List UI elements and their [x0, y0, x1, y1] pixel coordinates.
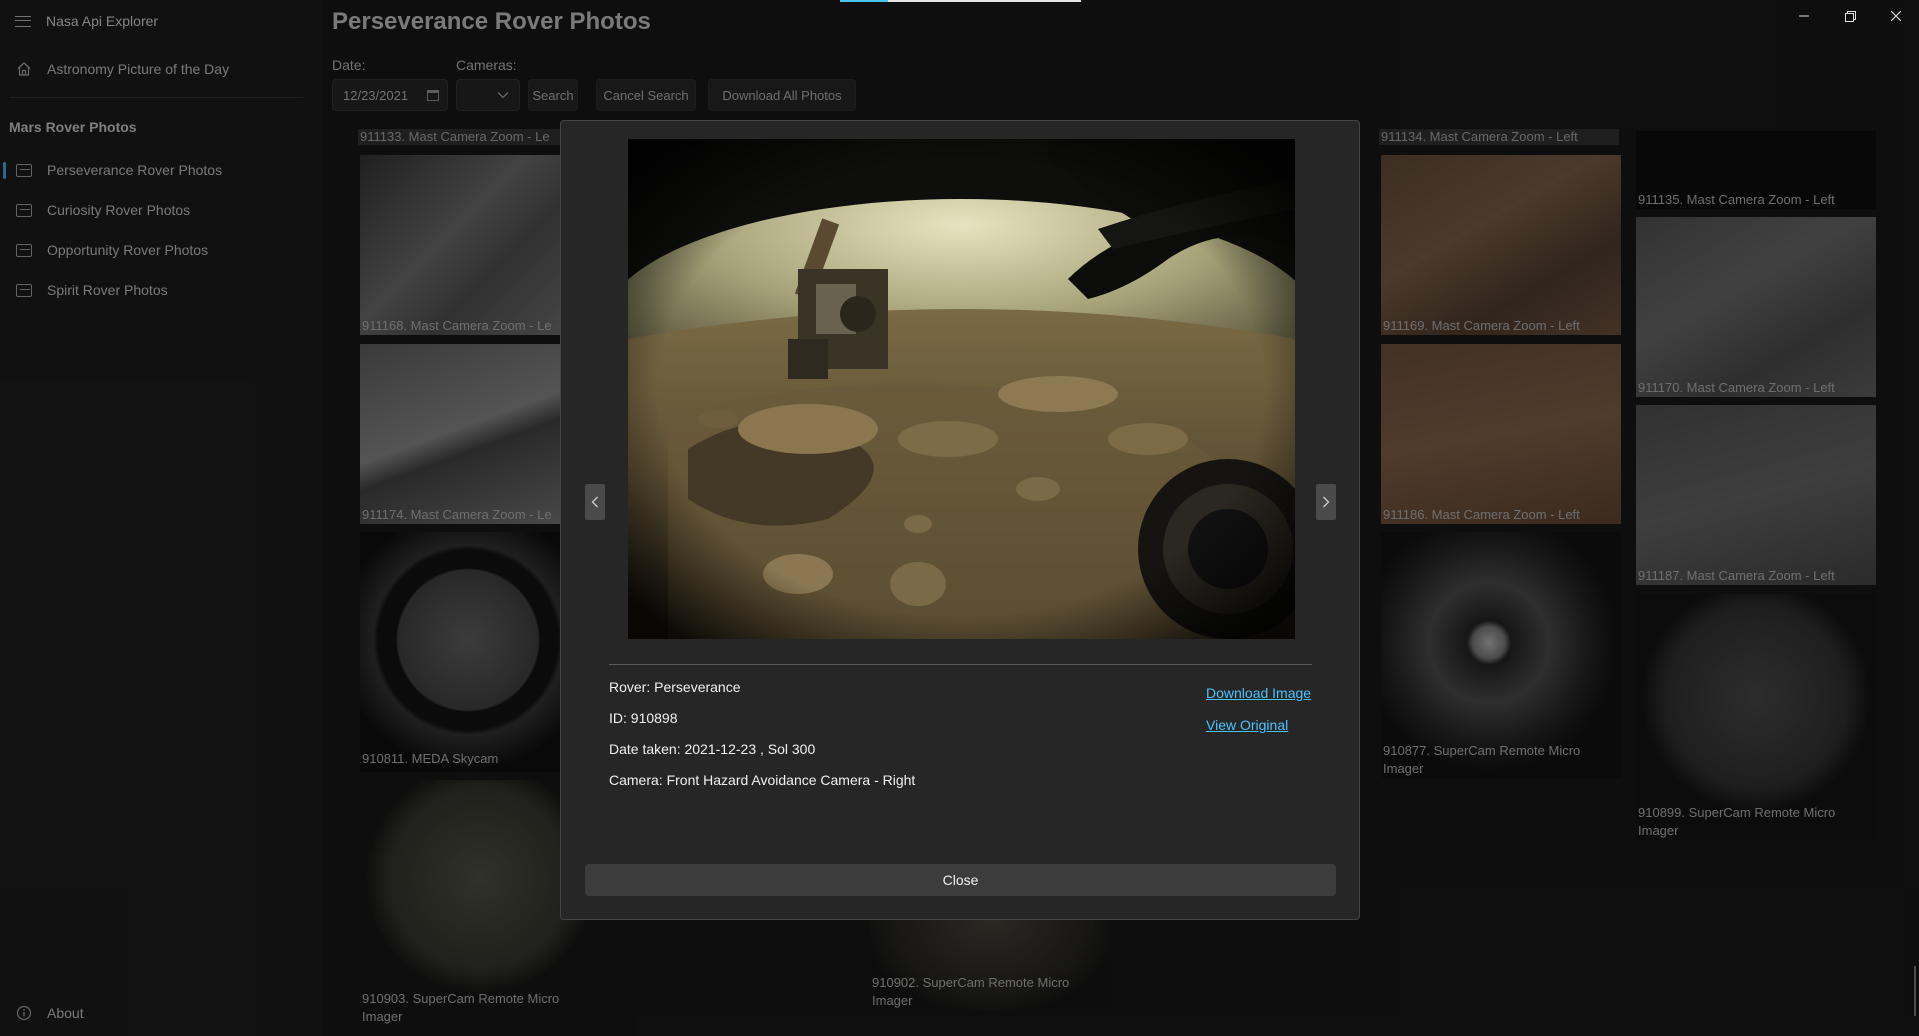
chevron-left-icon — [591, 496, 598, 508]
chevron-right-icon — [1323, 496, 1330, 508]
photo-detail-dialog: Rover: Perseverance ID: 910898 Date take… — [560, 120, 1360, 920]
photo-id: ID: 910898 — [609, 710, 678, 726]
drag-region-indicator — [888, 0, 1081, 2]
close-button[interactable]: Close — [585, 864, 1336, 896]
minimize-icon[interactable] — [1781, 0, 1827, 32]
accent-indicator — [840, 0, 888, 2]
restore-icon[interactable] — [1827, 0, 1873, 32]
rover-photo — [628, 139, 1295, 639]
download-image-link[interactable]: Download Image — [1206, 685, 1311, 701]
view-original-link[interactable]: View Original — [1206, 717, 1288, 733]
next-photo-button[interactable] — [1316, 484, 1336, 520]
rover-name: Rover: Perseverance — [609, 679, 741, 695]
date-taken: Date taken: 2021-12-23 , Sol 300 — [609, 741, 816, 757]
camera-name: Camera: Front Hazard Avoidance Camera - … — [609, 772, 916, 788]
close-window-icon[interactable] — [1873, 0, 1919, 32]
dialog-separator — [609, 664, 1312, 665]
previous-photo-button[interactable] — [585, 484, 605, 520]
